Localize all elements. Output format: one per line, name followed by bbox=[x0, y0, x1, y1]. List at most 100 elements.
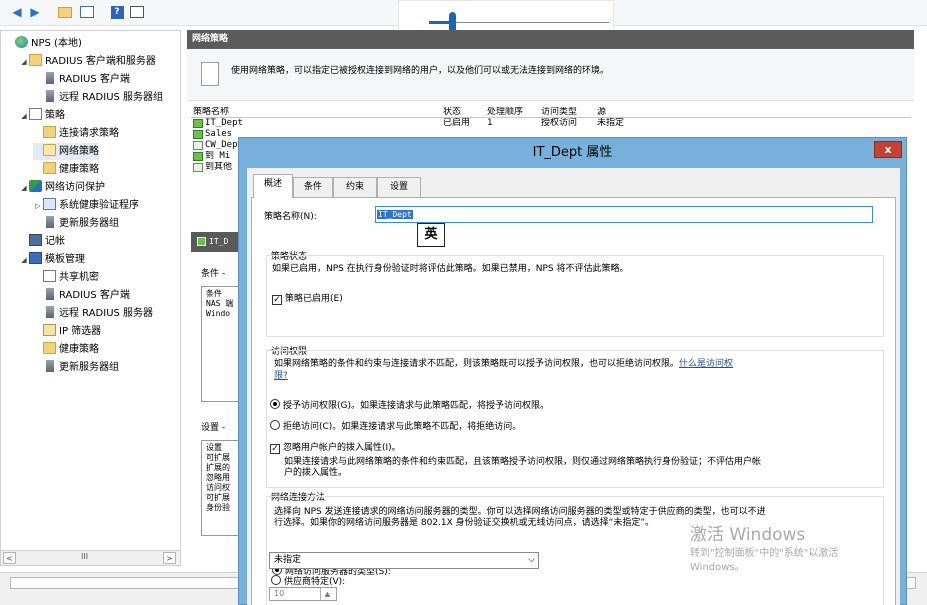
radio-icon bbox=[271, 575, 281, 585]
tree-node[interactable]: IP 筛选器 bbox=[33, 323, 101, 340]
tree-node-label: 健康策略 bbox=[59, 344, 99, 355]
tree-node-label: IP 筛选器 bbox=[59, 326, 102, 337]
tree-node[interactable]: RADIUS 客户端 bbox=[33, 287, 130, 304]
checkbox-label: 策略已启用(E) bbox=[285, 294, 343, 304]
tree-node[interactable]: 远程 RADIUS 服务器 bbox=[33, 305, 153, 322]
tree-node-label: 更新服务器组 bbox=[59, 362, 119, 373]
tree-node[interactable]: 连接请求策略 bbox=[33, 125, 119, 142]
table-cell-access: 授权访问 bbox=[541, 118, 578, 128]
tree-node[interactable]: 更新服务器组 bbox=[33, 359, 119, 376]
dropdown-value: 未指定 bbox=[274, 555, 302, 565]
deny-access-radio[interactable]: 拒绝访问(C)。如果连接请求与此策略不匹配，将拒绝访问。 bbox=[270, 419, 521, 432]
policy-name-label: 策略名称(N): bbox=[264, 212, 317, 222]
tab-settings[interactable]: 设置 bbox=[377, 177, 421, 197]
table-row[interactable]: IT_Dept 已启用 1 授权访问 未指定 bbox=[191, 118, 911, 129]
folder-up-icon[interactable] bbox=[56, 3, 74, 21]
tree-node[interactable]: 健康策略 bbox=[33, 161, 99, 178]
tree-horizontal-scrollbar[interactable]: < III > bbox=[1, 550, 180, 565]
column-header-access[interactable]: 访问类型 bbox=[541, 107, 597, 118]
tree-node[interactable]: ◢ 模板管理 bbox=[19, 251, 85, 268]
description-area: 使用网络策略，可以指定已被授权连接到网络的用户，以及他们可以或无法连接到网络的环… bbox=[187, 49, 914, 101]
access-help-link[interactable]: 什么是访问权 bbox=[679, 359, 733, 369]
policy-enabled-icon bbox=[193, 152, 203, 161]
scroll-right-button[interactable]: > bbox=[163, 552, 176, 564]
tab-conditions[interactable]: 条件 bbox=[293, 177, 333, 197]
tree-node[interactable]: NPS (本地) bbox=[5, 35, 82, 52]
tree-node[interactable]: ◢ RADIUS 客户端和服务器 bbox=[19, 53, 156, 70]
book-icon bbox=[29, 234, 42, 246]
scroll-left-button[interactable]: < bbox=[3, 552, 16, 564]
tree-node-label: 策略 bbox=[45, 110, 65, 121]
help-icon[interactable]: ? bbox=[108, 3, 126, 21]
tree-node[interactable]: 网络策略 bbox=[33, 143, 99, 160]
conditions-label: 条件 - bbox=[201, 269, 226, 279]
conditions-list: 条件 NAS 端 Windo bbox=[201, 286, 241, 402]
settings-label: 设置 - bbox=[201, 423, 226, 433]
list-item: 扩展的 bbox=[206, 463, 230, 472]
list-item: 设置 bbox=[206, 443, 222, 452]
expander-icon[interactable]: ◢ bbox=[19, 108, 29, 125]
vendor-spinner[interactable]: 10 ▲ bbox=[269, 587, 337, 601]
list-item: 访问权 bbox=[206, 483, 230, 492]
scroll-thumb[interactable]: III bbox=[81, 552, 88, 561]
list-item: 可扩展 bbox=[206, 453, 230, 462]
tree-node-label: 更新服务器组 bbox=[59, 218, 119, 229]
grant-access-radio[interactable]: 授予访问权限(G)。如果连接请求与此策略匹配，将授予访问权限。 bbox=[270, 398, 549, 411]
close-button[interactable]: x bbox=[874, 141, 902, 158]
column-header-status[interactable]: 状态 bbox=[443, 107, 483, 118]
ignore-dialin-checkbox[interactable]: ✓ 忽略用户帐户的拨入属性(I)。 bbox=[270, 440, 401, 454]
expander-icon[interactable]: ◢ bbox=[19, 180, 29, 197]
vendor-specific-radio[interactable]: 供应商特定(V): bbox=[271, 574, 345, 587]
server-type-dropdown[interactable]: 未指定 ⌵ bbox=[269, 552, 539, 569]
tree-node-label: 共享机密 bbox=[59, 272, 99, 283]
tree-node[interactable]: ▷ 系统健康验证程序 bbox=[33, 197, 139, 214]
tree-node-label: 连接请求策略 bbox=[59, 128, 119, 139]
tree-node[interactable]: 记帐 bbox=[19, 233, 65, 250]
policy-icon bbox=[193, 141, 203, 150]
policy-icon bbox=[193, 163, 203, 172]
column-header-source[interactable]: 源 bbox=[597, 107, 677, 118]
windows-activation-watermark: 激活 Windows 转到"控制面板"中的"系统"以激活 Windows。 bbox=[690, 520, 920, 575]
filter-icon bbox=[43, 324, 56, 336]
policy-name-input[interactable]: IT_Dept bbox=[375, 206, 873, 223]
policy-name-value: IT_Dept bbox=[377, 210, 413, 219]
access-description-text: 如果网络策略的条件和约束与连接请求不匹配，则该策略既可以授予访问权限，也可以拒绝… bbox=[274, 359, 680, 369]
expander-icon[interactable]: ◢ bbox=[19, 252, 29, 269]
tab-overview[interactable]: 概述 bbox=[253, 174, 293, 198]
list-item: NAS 端 bbox=[206, 299, 234, 308]
access-help-link-continued[interactable]: 限? bbox=[274, 368, 288, 381]
expander-icon[interactable]: ▷ bbox=[33, 198, 43, 215]
policy-enabled-checkbox[interactable]: ✓ 策略已启用(E) bbox=[272, 291, 343, 305]
column-header-name[interactable]: 策略名称 bbox=[193, 107, 433, 118]
tree-node[interactable]: 远程 RADIUS 服务器组 bbox=[33, 89, 163, 106]
forward-arrow-icon[interactable]: ▶ bbox=[26, 3, 44, 21]
policy-enabled-icon bbox=[197, 237, 206, 246]
tree-node[interactable]: 健康策略 bbox=[33, 341, 99, 358]
spinner-up-icon[interactable]: ▲ bbox=[320, 588, 334, 600]
server-icon bbox=[46, 306, 54, 318]
panel-icon[interactable] bbox=[128, 3, 146, 21]
shield-icon bbox=[29, 180, 42, 192]
tree-node[interactable]: ◢ 策略 bbox=[19, 107, 65, 124]
console-tree-icon[interactable] bbox=[78, 3, 96, 21]
tree-node[interactable]: 共享机密 bbox=[33, 269, 99, 286]
tree-node[interactable]: 更新服务器组 bbox=[33, 215, 119, 232]
column-header-order[interactable]: 处理顺序 bbox=[487, 107, 539, 118]
tree-node[interactable]: ◢ 网络访问保护 bbox=[19, 179, 105, 196]
server-icon bbox=[46, 288, 54, 300]
list-item: 忽略用 bbox=[206, 473, 230, 482]
expander-icon[interactable]: ◢ bbox=[19, 54, 29, 71]
ime-indicator[interactable]: 英 bbox=[417, 223, 445, 247]
tree-node[interactable]: RADIUS 客户端 bbox=[33, 71, 130, 88]
table-cell-source: 未指定 bbox=[597, 118, 625, 128]
table-header: 策略名称 状态 处理顺序 访问类型 源 bbox=[191, 107, 911, 118]
radio-icon bbox=[270, 399, 280, 409]
console-tree: NPS (本地) ◢ RADIUS 客户端和服务器 RADIUS 客户端 远程 RADI… bbox=[0, 30, 181, 566]
policy-enabled-icon bbox=[193, 130, 203, 139]
server-icon bbox=[46, 216, 54, 228]
back-arrow-icon[interactable]: ◀ bbox=[8, 3, 26, 21]
tab-constraints[interactable]: 约束 bbox=[333, 177, 377, 197]
policy-enabled-icon bbox=[193, 119, 203, 128]
list-item: Windo bbox=[206, 309, 231, 318]
chevron-down-icon: ⌵ bbox=[528, 555, 535, 565]
